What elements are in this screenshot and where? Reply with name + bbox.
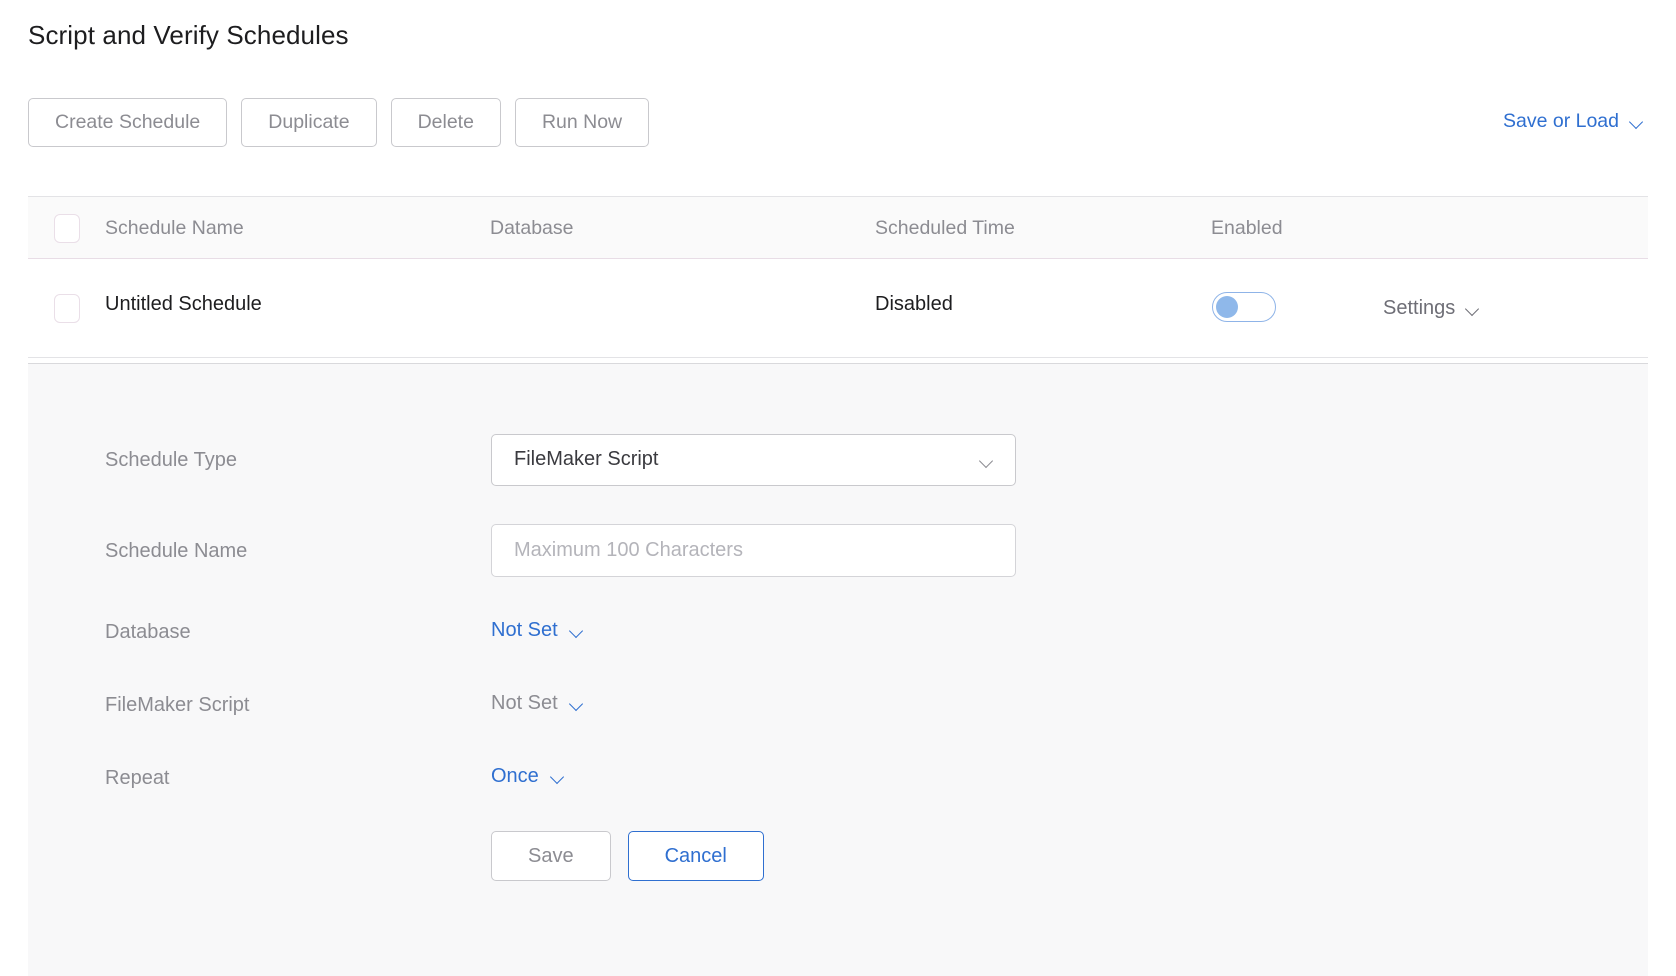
schedule-detail-panel: Schedule Type FileMaker Script Schedule … [28, 363, 1648, 976]
table-row[interactable]: Untitled Schedule Disabled Settings [28, 259, 1648, 358]
database-dropdown[interactable]: Not Set [491, 619, 584, 642]
repeat-value: Once [491, 765, 539, 787]
cancel-button[interactable]: Cancel [627, 831, 764, 881]
create-schedule-button[interactable]: Create Schedule [28, 98, 228, 147]
schedule-name-input[interactable] [492, 525, 1015, 576]
row-checkbox[interactable] [54, 294, 80, 323]
chevron-down-icon [570, 626, 584, 635]
chevron-down-icon [570, 699, 584, 708]
column-header-scheduled-time[interactable]: Scheduled Time [875, 217, 1015, 240]
field-label-filemaker-script: FileMaker Script [105, 694, 250, 716]
save-or-load-label: Save or Load [1502, 110, 1619, 132]
chevron-down-icon [1630, 117, 1644, 126]
row-settings-label: Settings [1383, 297, 1456, 319]
field-label-database: Database [105, 621, 191, 643]
schedule-name-input-box[interactable] [491, 524, 1016, 577]
table-header-row: Schedule Name Database Scheduled Time En… [28, 196, 1648, 259]
cell-schedule-name: Untitled Schedule [105, 293, 262, 315]
database-dropdown-wrap: Not Set [491, 619, 584, 642]
page-title: Script and Verify Schedules [28, 20, 349, 50]
repeat-dropdown-wrap: Once [491, 765, 565, 788]
column-header-schedule-name[interactable]: Schedule Name [105, 217, 244, 240]
schedules-table: Schedule Name Database Scheduled Time En… [28, 196, 1648, 358]
cell-scheduled-time: Disabled [875, 293, 953, 315]
filemaker-script-dropdown-wrap: Not Set [491, 692, 584, 715]
schedule-type-select[interactable]: FileMaker Script [491, 434, 1016, 486]
column-header-enabled[interactable]: Enabled [1211, 217, 1283, 240]
toggle-knob [1216, 296, 1238, 318]
filemaker-script-value: Not Set [491, 692, 558, 714]
enabled-toggle[interactable] [1212, 292, 1276, 322]
select-all-checkbox[interactable] [54, 214, 80, 243]
column-header-database[interactable]: Database [490, 217, 573, 240]
duplicate-button[interactable]: Duplicate [241, 98, 377, 147]
schedule-type-select-wrap: FileMaker Script [491, 434, 1016, 486]
chevron-down-icon [1466, 304, 1480, 313]
repeat-dropdown[interactable]: Once [491, 765, 565, 788]
field-label-schedule-name: Schedule Name [105, 540, 248, 562]
chevron-down-icon [980, 456, 994, 465]
row-settings-dropdown[interactable]: Settings [1383, 297, 1480, 320]
field-label-repeat: Repeat [105, 767, 170, 789]
schedule-type-value: FileMaker Script [514, 448, 659, 470]
schedules-page: Script and Verify Schedules Create Sched… [0, 0, 1676, 976]
database-value: Not Set [491, 619, 558, 641]
schedule-name-input-wrap [491, 524, 1016, 577]
detail-actions: Save Cancel [491, 831, 764, 881]
toolbar: Create Schedule Duplicate Delete Run Now [28, 98, 650, 147]
filemaker-script-dropdown[interactable]: Not Set [491, 692, 584, 715]
delete-button[interactable]: Delete [390, 98, 501, 147]
save-or-load-dropdown[interactable]: Save or Load [1503, 110, 1644, 133]
save-button[interactable]: Save [491, 831, 611, 881]
chevron-down-icon [551, 772, 565, 781]
run-now-button[interactable]: Run Now [514, 98, 650, 147]
field-label-schedule-type: Schedule Type [105, 449, 237, 471]
